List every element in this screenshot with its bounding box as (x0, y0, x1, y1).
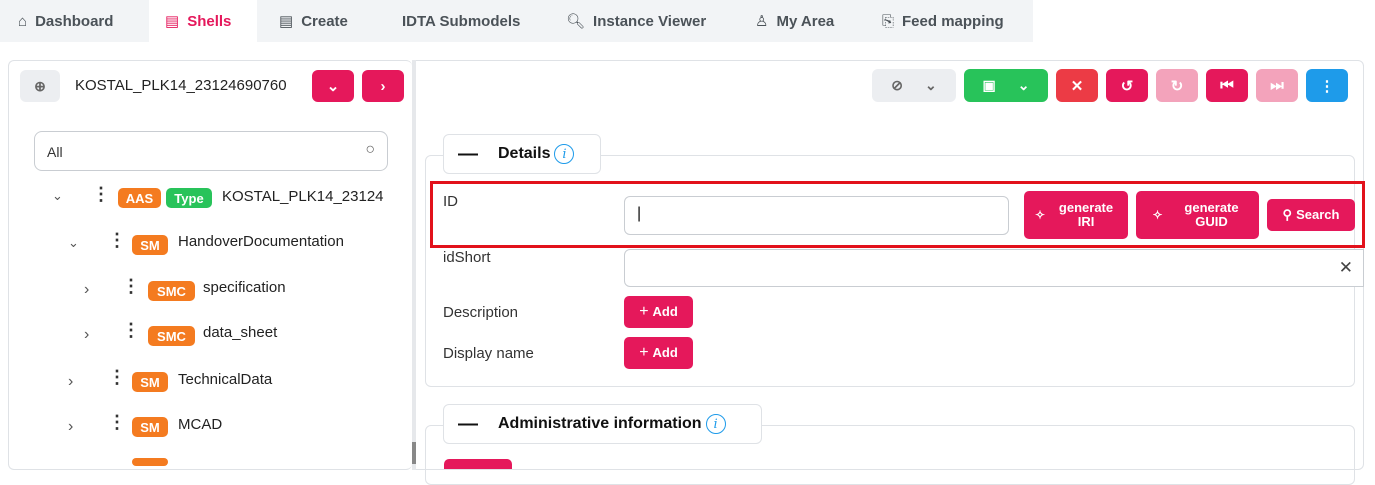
chevron-right-icon: › (380, 77, 386, 95)
form-icon: ▤ (279, 13, 294, 30)
chevron-right-icon[interactable]: › (84, 281, 89, 299)
close-icon: ✕ (1070, 77, 1084, 95)
add-description-button[interactable]: + Add (624, 296, 693, 328)
admin-header[interactable]: — Administrative information i (443, 404, 762, 444)
tab-label: Instance Viewer (593, 12, 707, 30)
tab-label: My Area (776, 12, 835, 30)
sm-badge (132, 458, 168, 466)
more-vertical-icon[interactable]: ⋮ (122, 276, 140, 297)
chevron-right-icon[interactable]: › (68, 418, 73, 436)
display-name-label: Display name (443, 345, 534, 362)
tab-label: Feed mapping (902, 12, 1004, 30)
zoom-icon: ⊕ (34, 77, 46, 94)
tab-shells[interactable]: ▤ Shells (149, 0, 257, 42)
chevron-down-icon: ⌄ (326, 78, 340, 95)
tree-item-label[interactable]: specification (203, 279, 286, 296)
tree-item-label[interactable]: HandoverDocumentation (178, 233, 344, 250)
collapse-icon[interactable]: — (458, 413, 478, 436)
skip-forward-icon: ⏭ (1270, 77, 1284, 94)
filter-value: All (47, 144, 63, 160)
add-label: Add (652, 304, 678, 319)
home-icon: ⌂ (18, 12, 28, 30)
tree-filter-input[interactable]: All ○ (34, 131, 388, 171)
first-button[interactable]: ⏮ (1206, 69, 1248, 102)
aas-badge: AAS (118, 188, 161, 208)
idshort-input[interactable]: ✕ (624, 249, 1364, 287)
tree-item-label[interactable]: MCAD (178, 416, 222, 433)
chevron-down-icon: ⌄ (1017, 77, 1030, 93)
skip-back-icon: ⏮ (1220, 77, 1234, 94)
sm-badge: SM (132, 372, 168, 392)
tree-item-label[interactable]: data_sheet (203, 324, 277, 341)
info-icon[interactable]: i (554, 144, 575, 164)
shell-tree-panel (8, 60, 412, 470)
tab-label: IDTA Submodels (402, 12, 521, 30)
chevron-down-icon: ⌄ (925, 77, 937, 93)
details-title: Details (498, 145, 551, 162)
more-vertical-icon[interactable]: ⋮ (108, 367, 126, 388)
more-vertical-icon[interactable]: ⋮ (108, 412, 126, 433)
clear-icon[interactable]: ✕ (1339, 258, 1353, 278)
validate-dropdown-button[interactable]: ⊘ ⌄ (872, 69, 956, 102)
more-vertical-icon: ⋮ (1319, 77, 1335, 95)
idshort-label: idShort (443, 249, 491, 266)
add-label: Add (652, 345, 678, 360)
collapse-icon[interactable]: — (458, 143, 478, 166)
document-icon: ▤ (165, 13, 180, 30)
redo-icon: ↻ (1170, 77, 1184, 95)
description-label: Description (443, 304, 519, 321)
tab-create[interactable]: ▤ Create (279, 0, 369, 42)
tab-my-area[interactable]: ♙ My Area (755, 0, 850, 42)
id-row-highlight (430, 181, 1365, 248)
shell-dropdown-button[interactable]: ⌄ (312, 70, 354, 102)
shell-next-button[interactable]: › (362, 70, 404, 102)
admin-add-button[interactable] (444, 459, 512, 469)
undo-icon: ↺ (1120, 77, 1134, 95)
sm-badge: SM (132, 417, 168, 437)
chevron-right-icon[interactable]: › (68, 373, 73, 391)
shell-id-label: KOSTAL_PLK14_23124690760 (75, 77, 287, 94)
chevron-right-icon[interactable]: › (84, 326, 89, 344)
add-display-name-button[interactable]: + Add (624, 337, 693, 369)
discard-button[interactable]: ✕ (1056, 69, 1098, 102)
chevron-down-icon[interactable]: ⌄ (52, 188, 63, 204)
admin-title: Administrative information (498, 415, 702, 432)
tab-label: Dashboard (35, 12, 114, 30)
tab-label: Create (301, 12, 348, 30)
last-button[interactable]: ⏭ (1256, 69, 1298, 102)
plus-icon: + (639, 344, 649, 361)
tab-feed-mapping[interactable]: ⎘ Feed mapping (882, 0, 1022, 42)
tree-item-label[interactable]: TechnicalData (178, 371, 272, 388)
plus-icon: + (639, 303, 649, 320)
type-badge: Type (166, 188, 212, 208)
more-vertical-icon[interactable]: ⋮ (108, 230, 126, 251)
feed-icon: ⎘ (882, 12, 895, 30)
smc-badge: SMC (148, 326, 195, 346)
tab-label: Shells (187, 12, 232, 30)
zoom-button[interactable]: ⊕ (20, 70, 60, 102)
undo-button[interactable]: ↺ (1106, 69, 1148, 102)
redo-button[interactable]: ↻ (1156, 69, 1198, 102)
save-icon: ▣ (982, 77, 996, 93)
top-navigation: ⌂ Dashboard ▤ Shells ▤ Create IDTA Submo… (0, 0, 1033, 42)
search-icon: ○ (365, 141, 375, 158)
chevron-down-icon[interactable]: ⌄ (68, 235, 79, 251)
check-circle-icon: ⊘ (891, 77, 903, 93)
magnify-icon: 🔍︎ (566, 13, 586, 30)
tab-dashboard[interactable]: ⌂ Dashboard (18, 0, 136, 42)
details-header[interactable]: — Details i (443, 134, 601, 174)
save-dropdown-button[interactable]: ▣ ⌄ (964, 69, 1048, 102)
sm-badge: SM (132, 235, 168, 255)
more-vertical-icon[interactable]: ⋮ (92, 184, 110, 205)
tree-item-label[interactable]: KOSTAL_PLK14_23124 (222, 188, 384, 205)
tab-idta-submodels[interactable]: IDTA Submodels (402, 0, 532, 42)
more-vertical-icon[interactable]: ⋮ (122, 320, 140, 341)
smc-badge: SMC (148, 281, 195, 301)
tab-instance-viewer[interactable]: 🔍︎ Instance Viewer (566, 0, 721, 42)
more-button[interactable]: ⋮ (1306, 69, 1348, 102)
user-icon: ♙ (755, 13, 769, 30)
info-icon[interactable]: i (705, 414, 726, 434)
